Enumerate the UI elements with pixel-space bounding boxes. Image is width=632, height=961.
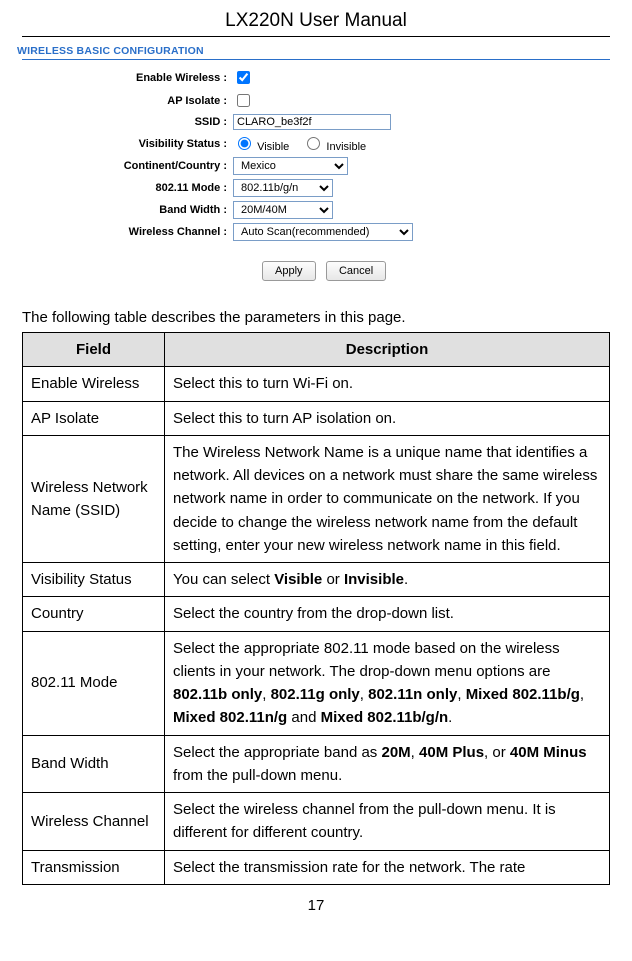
- ssid-label: SSID :: [52, 116, 233, 128]
- field-cell: Country: [23, 597, 165, 631]
- section-underline: [22, 59, 610, 60]
- enable-wireless-label: Enable Wireless :: [52, 72, 233, 84]
- table-row: 802.11 Mode Select the appropriate 802.1…: [23, 631, 610, 735]
- desc-cell: Select the wireless channel from the pul…: [165, 793, 610, 851]
- table-row: Enable Wireless Select this to turn Wi-F…: [23, 367, 610, 401]
- table-row: Wireless Channel Select the wireless cha…: [23, 793, 610, 851]
- table-row: Band Width Select the appropriate band a…: [23, 735, 610, 793]
- visibility-invisible-radio[interactable]: [307, 137, 320, 150]
- desc-cell: Select this to turn AP isolation on.: [165, 401, 610, 435]
- field-cell: Visibility Status: [23, 563, 165, 597]
- table-row: Wireless Network Name (SSID) The Wireles…: [23, 435, 610, 562]
- desc-cell: Select the appropriate band as 20M, 40M …: [165, 735, 610, 793]
- enable-wireless-checkbox[interactable]: [237, 71, 250, 84]
- desc-cell: Select this to turn Wi-Fi on.: [165, 367, 610, 401]
- field-cell: Wireless Network Name (SSID): [23, 435, 165, 562]
- visibility-visible-radio[interactable]: [238, 137, 251, 150]
- band-select[interactable]: 20M/40M: [233, 201, 333, 219]
- th-desc: Description: [165, 333, 610, 367]
- page-number: 17: [22, 897, 610, 914]
- visibility-invisible-text: Invisible: [326, 141, 366, 153]
- desc-cell: You can select Visible or Invisible.: [165, 563, 610, 597]
- ssid-input[interactable]: [233, 114, 391, 130]
- visibility-visible-text: Visible: [257, 141, 289, 153]
- desc-cell: The Wireless Network Name is a unique na…: [165, 435, 610, 562]
- channel-select[interactable]: Auto Scan(recommended): [233, 223, 413, 241]
- th-field: Field: [23, 333, 165, 367]
- ap-isolate-checkbox[interactable]: [237, 94, 250, 107]
- table-row: Country Select the country from the drop…: [23, 597, 610, 631]
- country-select[interactable]: Mexico: [233, 157, 348, 175]
- intro-text: The following table describes the parame…: [22, 309, 610, 326]
- field-cell: Wireless Channel: [23, 793, 165, 851]
- desc-cell: Select the country from the drop-down li…: [165, 597, 610, 631]
- channel-label: Wireless Channel :: [52, 226, 233, 238]
- field-cell: Band Width: [23, 735, 165, 793]
- table-row: AP Isolate Select this to turn AP isolat…: [23, 401, 610, 435]
- apply-button[interactable]: Apply: [262, 261, 316, 281]
- field-cell: Enable Wireless: [23, 367, 165, 401]
- table-row: Visibility Status You can select Visible…: [23, 563, 610, 597]
- page-title: LX220N User Manual: [22, 10, 610, 37]
- field-cell: Transmission: [23, 850, 165, 884]
- band-label: Band Width :: [52, 204, 233, 216]
- desc-cell: Select the appropriate 802.11 mode based…: [165, 631, 610, 735]
- table-row: Transmission Select the transmission rat…: [23, 850, 610, 884]
- field-cell: 802.11 Mode: [23, 631, 165, 735]
- visibility-label: Visibility Status :: [52, 138, 233, 150]
- param-table: Field Description Enable Wireless Select…: [22, 332, 610, 885]
- ap-isolate-label: AP Isolate :: [52, 95, 233, 107]
- desc-cell: Select the transmission rate for the net…: [165, 850, 610, 884]
- field-cell: AP Isolate: [23, 401, 165, 435]
- mode-label: 802.11 Mode :: [52, 182, 233, 194]
- cancel-button[interactable]: Cancel: [326, 261, 386, 281]
- section-heading: WIRELESS BASIC CONFIGURATION: [17, 45, 610, 57]
- country-label: Continent/Country :: [52, 160, 233, 172]
- config-panel: Enable Wireless : AP Isolate : SSID : Vi…: [52, 68, 580, 281]
- mode-select[interactable]: 802.11b/g/n: [233, 179, 333, 197]
